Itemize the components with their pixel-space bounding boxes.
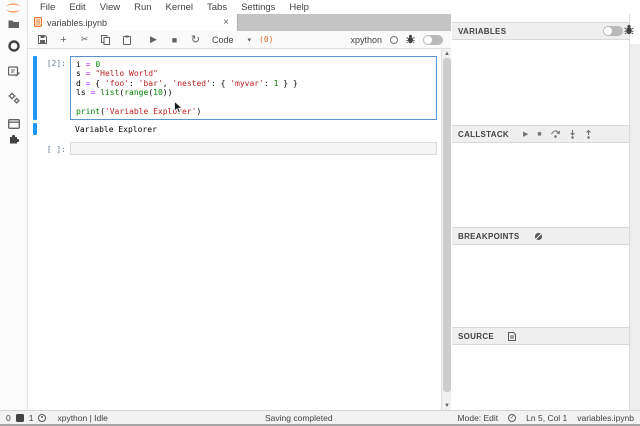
main-area: variables.ipynb × + ✂ ▶ ■ ↻ Code ▾ (0) x… <box>28 14 451 410</box>
code-line: s = "Hello World" <box>76 69 158 79</box>
toolbar-badge: (0) <box>259 35 274 44</box>
code-line: d = { 'foo': 'bar', 'nested': { 'myvar':… <box>76 78 298 88</box>
tab-bar: variables.ipynb × <box>28 14 451 31</box>
statusbar-filename: variables.ipynb <box>577 412 634 423</box>
breakpoints-panel-header[interactable]: BREAKPOINTS <box>452 227 629 245</box>
callstack-panel-header[interactable]: CALLSTACK ▶ ■ <box>452 125 629 143</box>
step-in-icon[interactable] <box>569 129 576 139</box>
cursor-position[interactable]: Ln 5, Col 1 <box>526 413 567 423</box>
cut-cell-icon[interactable]: ✂ <box>74 33 95 47</box>
kernel-icon <box>38 413 47 422</box>
scroll-up-icon[interactable]: ▲ <box>442 49 451 58</box>
source-title: SOURCE <box>458 331 495 341</box>
variables-panel-header[interactable]: VARIABLES <box>452 22 629 40</box>
source-panel-body <box>452 345 629 409</box>
callstack-panel-body <box>452 143 629 227</box>
bug-icon[interactable] <box>406 31 415 49</box>
code-editor[interactable]: i = 0s = "Hello World" d = { 'foo': 'bar'… <box>70 56 437 121</box>
open-tabs-icon[interactable] <box>7 117 21 131</box>
notebook-toolbar: + ✂ ▶ ■ ↻ Code ▾ (0) xpython <box>28 31 451 49</box>
menu-bar: File Edit View Run Kernel Tabs Settings Help <box>28 0 640 14</box>
empty-prompt: [ ]: <box>46 145 66 155</box>
kernel-status-text[interactable]: xpython | Idle <box>57 413 107 423</box>
callstack-title: CALLSTACK <box>458 129 509 139</box>
menu-tabs[interactable]: Tabs <box>200 2 234 13</box>
scroll-down-icon[interactable]: ▼ <box>442 401 451 410</box>
status-bar: 0 1 xpython | Idle Saving completed Mode… <box>0 410 640 426</box>
terminals-count: 0 <box>6 412 11 423</box>
menu-file[interactable]: File <box>33 2 62 13</box>
notebook-scrollbar[interactable]: ▲ ▼ <box>441 49 451 410</box>
code-cell-1[interactable]: [2]: i = 0s = "Hello World" d = { 'foo': … <box>28 56 451 121</box>
settings-gears-icon[interactable] <box>7 91 21 105</box>
code-line: ls = list(range(10)) <box>76 88 173 98</box>
check-circle-icon: ✓ <box>508 413 517 422</box>
restart-kernel-icon[interactable]: ↻ <box>185 33 206 47</box>
continue-icon[interactable]: ▶ <box>523 131 528 138</box>
notebook-icon <box>34 14 43 32</box>
running-sessions-icon[interactable] <box>7 39 21 53</box>
menu-edit[interactable]: Edit <box>62 2 92 13</box>
terminal-icon <box>15 413 24 422</box>
running-sessions-status[interactable]: 0 1 xpython | Idle <box>6 413 108 423</box>
mode-indicator[interactable]: Mode: Edit <box>458 413 499 423</box>
menu-view[interactable]: View <box>93 2 127 13</box>
tab-variables-ipynb[interactable]: variables.ipynb × <box>28 14 238 31</box>
save-icon[interactable] <box>32 33 53 47</box>
menu-run[interactable]: Run <box>127 2 158 13</box>
right-sidebar-strip <box>624 14 640 410</box>
close-tab-icon[interactable]: × <box>221 17 231 28</box>
extension-manager-icon[interactable] <box>7 131 21 145</box>
tab-title: variables.ipynb <box>47 17 108 28</box>
execution-prompt: [2]: <box>46 59 66 68</box>
notebook-content: [2]: i = 0s = "Hello World" d = { 'foo': … <box>28 49 451 410</box>
step-over-icon[interactable] <box>550 130 560 138</box>
code-cell-2[interactable]: [ ]: <box>28 142 451 156</box>
paste-cell-icon[interactable] <box>116 33 137 47</box>
terminate-icon[interactable]: ■ <box>537 131 541 138</box>
chevron-down-icon: ▾ <box>247 36 252 44</box>
variables-title: VARIABLES <box>458 26 507 36</box>
debugger-toggle[interactable] <box>423 34 443 45</box>
file-browser-icon[interactable] <box>7 17 21 31</box>
breakpoints-title: BREAKPOINTS <box>458 231 520 241</box>
variables-panel-body <box>452 40 629 125</box>
menu-settings[interactable]: Settings <box>234 2 282 13</box>
debugger-tab-bug-icon[interactable] <box>624 22 634 40</box>
jupyterlab-window: File Edit View Run Kernel Tabs Settings Help <box>0 0 640 426</box>
kernel-status-icon <box>390 35 398 44</box>
cell-output-text: Variable Explorer <box>75 125 157 135</box>
cell-output-row: Variable Explorer <box>28 123 451 136</box>
empty-code-editor[interactable] <box>70 142 437 156</box>
scrollbar-thumb[interactable] <box>443 58 451 392</box>
property-inspector-icon[interactable] <box>7 64 21 78</box>
code-line: print('Variable Explorer') <box>76 107 202 117</box>
copy-cell-icon[interactable] <box>95 33 116 47</box>
debugger-sidebar: VARIABLES CALLSTACK ▶ ■ BREAKPOINTS SOUR… <box>452 14 630 410</box>
left-sidebar-strip <box>0 0 28 410</box>
menu-kernel[interactable]: Kernel <box>159 2 200 13</box>
kernel-name[interactable]: xpython <box>350 35 382 45</box>
add-cell-icon[interactable]: + <box>53 33 74 47</box>
cell-type-value: Code <box>212 34 234 45</box>
stop-icon[interactable]: ■ <box>164 33 185 47</box>
output-prompt-spacer <box>37 123 70 136</box>
open-source-icon[interactable] <box>508 331 517 341</box>
jupyter-logo <box>3 1 23 13</box>
menu-help[interactable]: Help <box>282 2 316 13</box>
remove-all-breakpoints-icon[interactable] <box>534 232 543 241</box>
cell-type-dropdown[interactable]: Code ▾ <box>212 35 251 45</box>
breakpoints-panel-body <box>452 245 629 327</box>
saving-status: Saving completed <box>265 412 333 423</box>
source-panel-header[interactable]: SOURCE <box>452 327 629 345</box>
step-out-icon[interactable] <box>585 129 592 139</box>
code-line: i = 0 <box>76 60 101 69</box>
mouse-cursor <box>174 100 184 119</box>
kernels-count: 1 <box>28 412 34 423</box>
variables-view-toggle[interactable] <box>603 26 623 36</box>
run-icon[interactable]: ▶ <box>143 33 164 47</box>
